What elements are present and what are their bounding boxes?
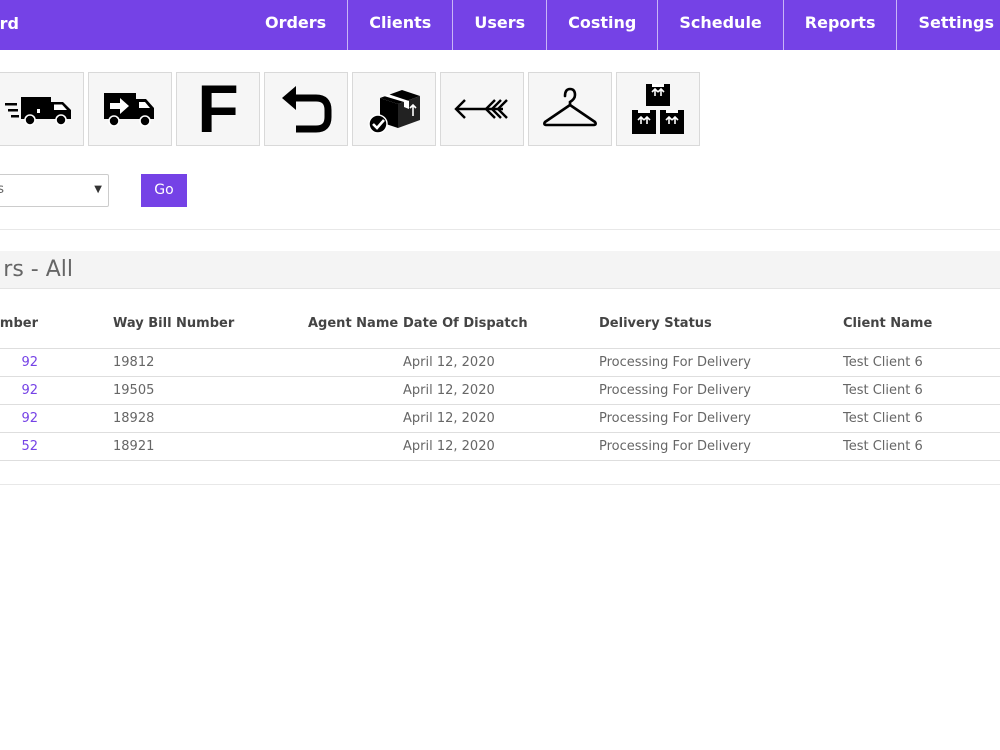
nav-costing[interactable]: Costing xyxy=(546,0,657,50)
row-divider xyxy=(0,376,1000,377)
order-number-link[interactable]: 52 xyxy=(21,439,38,454)
date-cell: April 12, 2020 xyxy=(403,411,495,426)
client-cell: Test Client 6 xyxy=(843,383,923,398)
date-cell: April 12, 2020 xyxy=(403,439,495,454)
back-arrow-button[interactable] xyxy=(440,72,524,146)
letter-f-icon: F xyxy=(197,71,239,147)
date-cell: April 12, 2020 xyxy=(403,355,495,370)
client-cell: Test Client 6 xyxy=(843,411,923,426)
dispatch-button[interactable] xyxy=(88,72,172,146)
hanger-button[interactable] xyxy=(528,72,612,146)
quick-actions-toolbar: F xyxy=(0,72,704,146)
column-header-waybill[interactable]: Way Bill Number xyxy=(113,316,234,331)
return-button[interactable] xyxy=(264,72,348,146)
column-header-order-number[interactable]: umber xyxy=(0,316,38,331)
order-filter-select[interactable]: ts ▼ xyxy=(0,174,109,207)
column-header-agent[interactable]: Agent Name xyxy=(308,316,398,331)
divider xyxy=(0,484,1000,485)
waybill-cell: 18928 xyxy=(113,411,155,426)
chevron-down-icon: ▼ xyxy=(94,184,102,195)
status-cell: Processing For Delivery xyxy=(599,439,751,454)
order-number-link[interactable]: 92 xyxy=(21,411,38,426)
inventory-button[interactable] xyxy=(616,72,700,146)
delivered-button[interactable] xyxy=(352,72,436,146)
form-f-button[interactable]: F xyxy=(176,72,260,146)
fast-delivery-button[interactable] xyxy=(0,72,84,146)
nav-reports[interactable]: Reports xyxy=(782,0,897,50)
page-title: rs - All xyxy=(3,257,73,282)
waybill-cell: 19505 xyxy=(113,383,155,398)
order-number-link[interactable]: 92 xyxy=(21,355,38,370)
order-number-link[interactable]: 92 xyxy=(21,383,38,398)
client-cell: Test Client 6 xyxy=(843,355,923,370)
delivered-box-icon xyxy=(368,90,420,134)
nav-clients[interactable]: Clients xyxy=(347,0,452,50)
arrow-left-icon xyxy=(454,99,508,119)
row-divider xyxy=(0,460,1000,461)
nav-settings[interactable]: Settings xyxy=(896,0,1000,50)
date-cell: April 12, 2020 xyxy=(403,383,495,398)
divider xyxy=(0,229,1000,230)
hanger-icon xyxy=(543,87,597,127)
go-button[interactable]: Go xyxy=(141,174,187,207)
status-cell: Processing For Delivery xyxy=(599,411,751,426)
nav-orders[interactable]: Orders xyxy=(244,0,347,50)
column-header-date[interactable]: Date Of Dispatch xyxy=(403,316,528,331)
status-cell: Processing For Delivery xyxy=(599,355,751,370)
row-divider xyxy=(0,404,1000,405)
table-header-divider xyxy=(0,348,1000,349)
filter-selected-value: ts xyxy=(0,182,4,197)
return-arrow-icon xyxy=(282,86,332,133)
fast-delivery-truck-icon xyxy=(5,97,71,126)
dispatch-truck-icon xyxy=(104,93,154,127)
waybill-cell: 18921 xyxy=(113,439,155,454)
top-navbar: rd Orders Clients Users Costing Schedule… xyxy=(0,0,1000,50)
main-nav: Orders Clients Users Costing Schedule Re… xyxy=(244,0,1000,50)
client-cell: Test Client 6 xyxy=(843,439,923,454)
status-cell: Processing For Delivery xyxy=(599,383,751,398)
section-header: rs - All xyxy=(0,251,1000,289)
waybill-cell: 19812 xyxy=(113,355,155,370)
nav-users[interactable]: Users xyxy=(452,0,546,50)
column-header-status[interactable]: Delivery Status xyxy=(599,316,712,331)
nav-schedule[interactable]: Schedule xyxy=(657,0,782,50)
row-divider xyxy=(0,432,1000,433)
stacked-boxes-icon xyxy=(632,84,684,134)
brand-text: rd xyxy=(0,14,19,33)
column-header-client[interactable]: Client Name xyxy=(843,316,932,331)
